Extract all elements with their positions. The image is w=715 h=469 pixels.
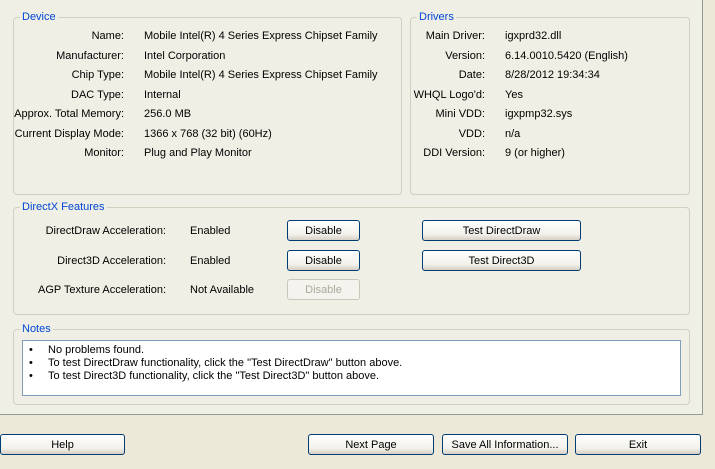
device-chip-type-label: Chip Type: [71,69,124,81]
device-group-title: Device [20,10,58,24]
note-text-1: No problems found. [48,344,144,356]
note-bullet: • [29,344,33,356]
driver-vdd-label: VDD: [458,128,485,140]
device-dac-type-value: Internal [144,89,181,101]
device-name-label: Name: [91,30,124,42]
driver-whql-value: Yes [505,89,523,101]
save-all-information-button[interactable]: Save All Information... [442,434,568,455]
next-page-button[interactable]: Next Page [308,434,434,455]
notes-text-area[interactable]: • No problems found. • To test DirectDra… [22,340,681,396]
driver-ddi-value: 9 (or higher) [505,147,565,159]
driver-vdd-value: n/a [505,128,521,140]
note-text-3: To test Direct3D functionality, click th… [48,370,380,382]
notes-group-title: Notes [20,322,53,336]
device-memory-value: 256.0 MB [144,108,192,120]
driver-main-value: igxprd32.dll [505,30,562,42]
device-monitor-label: Monitor: [84,147,124,159]
directdraw-accel-label: DirectDraw Acceleration: [45,225,166,237]
driver-version-value: 6.14.0010.5420 (English) [505,50,628,62]
agp-disable-button: Disable [287,279,360,300]
driver-date-value: 8/28/2012 19:34:34 [505,69,600,81]
device-chip-type-value: Mobile Intel(R) 4 Series Express Chipset… [144,69,378,81]
directdraw-disable-button[interactable]: Disable [287,220,360,241]
direct3d-disable-button[interactable]: Disable [287,250,360,271]
test-direct3d-button[interactable]: Test Direct3D [422,250,581,271]
note-bullet: • [29,370,33,382]
note-bullet: • [29,357,33,369]
device-monitor-value: Plug and Play Monitor [144,147,252,159]
driver-whql-label: WHQL Logo'd: [413,89,485,101]
driver-date-label: Date: [458,69,485,81]
device-group: Device [13,10,402,195]
directdraw-accel-value: Enabled [190,225,231,237]
exit-button[interactable]: Exit [575,434,701,455]
display-tab-panel: Device Name: Mobile Intel(R) 4 Series Ex… [0,0,703,415]
device-display-mode-label: Current Display Mode: [14,128,124,140]
direct3d-accel-value: Enabled [190,255,231,267]
device-dac-type-label: DAC Type: [71,89,124,101]
device-display-mode-value: 1366 x 768 (32 bit) (60Hz) [144,128,272,140]
driver-mini-vdd-value: igxpmp32.sys [505,108,573,120]
drivers-group-title: Drivers [417,10,456,24]
device-memory-label: Approx. Total Memory: [14,108,124,120]
driver-ddi-label: DDI Version: [423,147,485,159]
direct3d-accel-label: Direct3D Acceleration: [57,255,166,267]
agp-texture-accel-value: Not Available [190,284,255,296]
driver-version-label: Version: [445,50,485,62]
agp-texture-accel-label: AGP Texture Acceleration: [38,284,166,296]
directx-features-title: DirectX Features [20,200,107,214]
driver-mini-vdd-label: Mini VDD: [435,108,485,120]
drivers-group: Drivers [410,10,690,195]
note-text-2: To test DirectDraw functionality, click … [48,357,403,369]
device-manufacturer-label: Manufacturer: [56,50,124,62]
test-directdraw-button[interactable]: Test DirectDraw [422,220,581,241]
device-name-value: Mobile Intel(R) 4 Series Express Chipset… [144,30,378,42]
driver-main-label: Main Driver: [425,30,485,42]
device-manufacturer-value: Intel Corporation [144,50,226,62]
help-button[interactable]: Help [0,434,125,455]
